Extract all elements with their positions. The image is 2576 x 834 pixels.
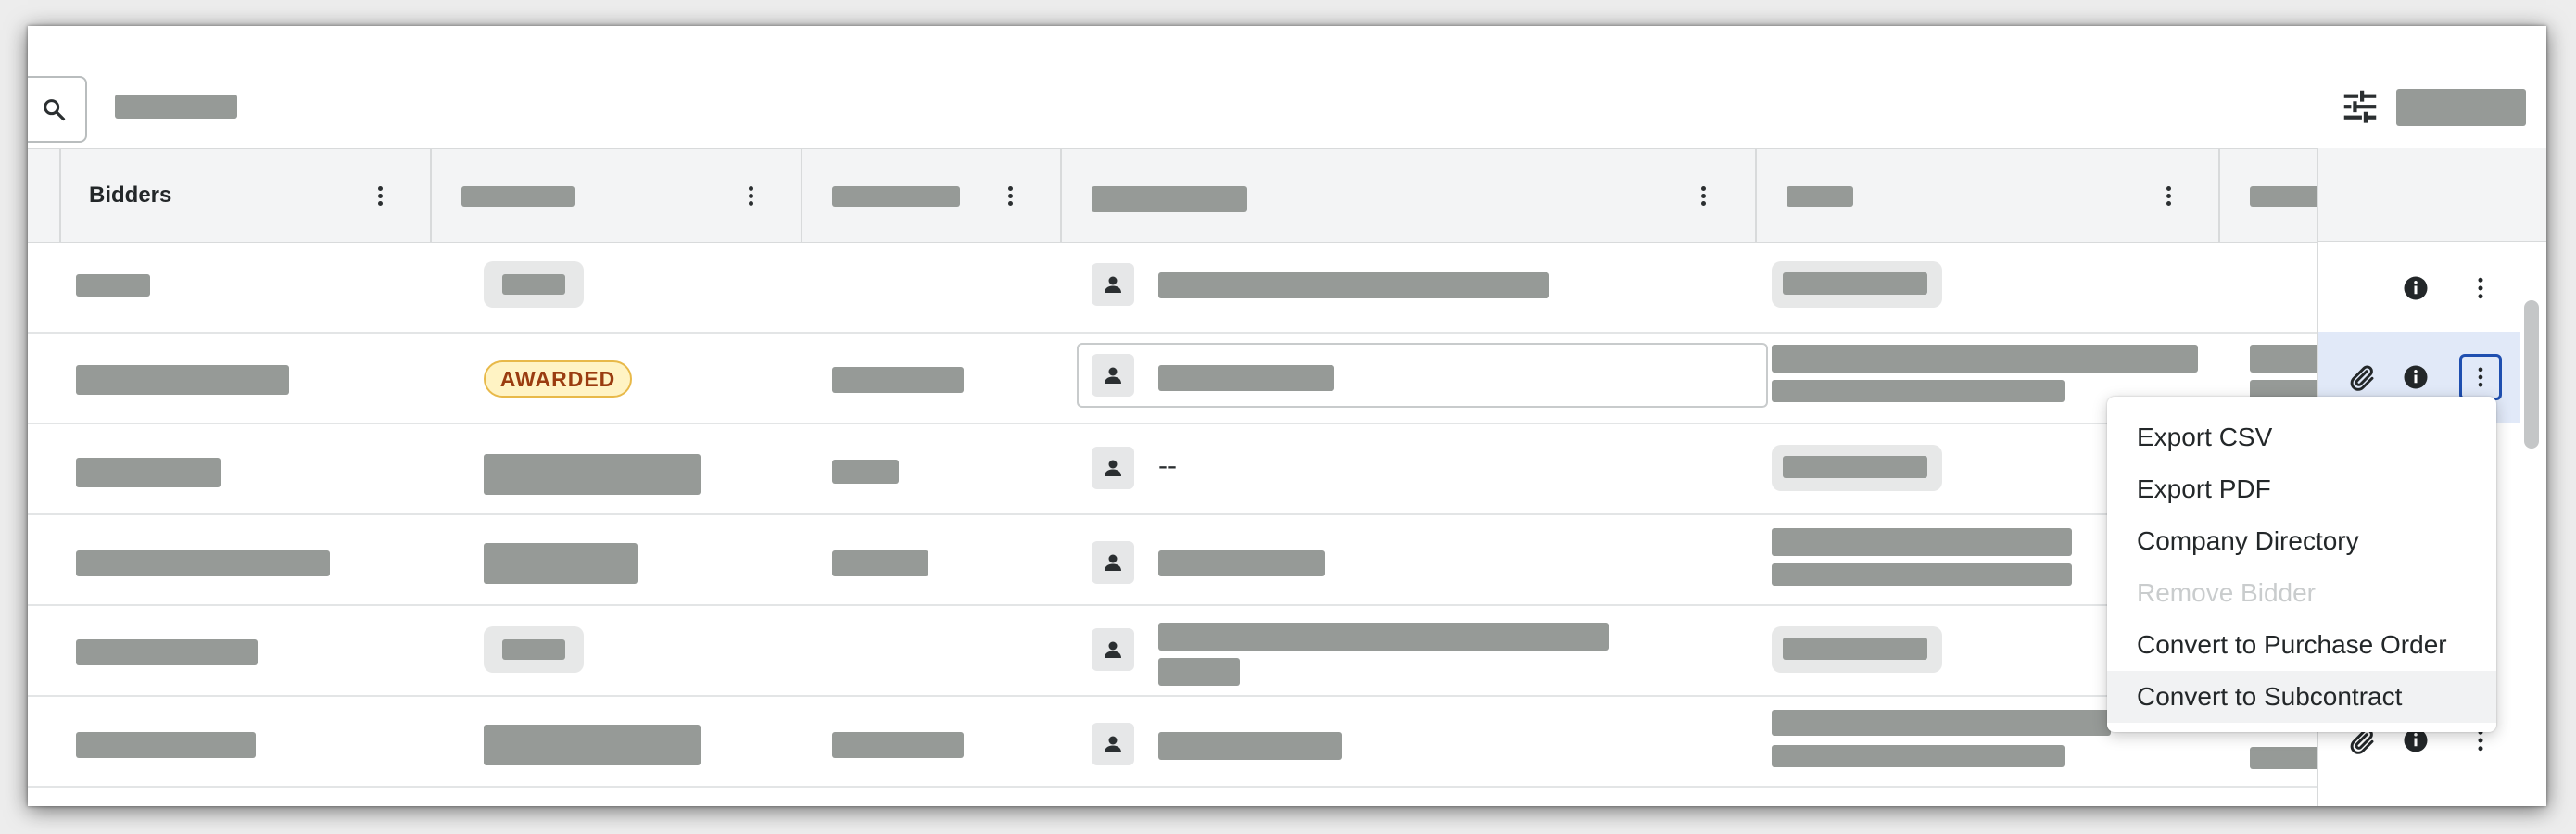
contact-avatar bbox=[1092, 541, 1134, 584]
info-icon[interactable] bbox=[2402, 274, 2430, 302]
cell-text-redacted bbox=[1772, 528, 2072, 556]
contact-name-redacted bbox=[1158, 623, 1609, 651]
person-icon bbox=[1105, 276, 1121, 293]
column-divider bbox=[1060, 149, 1062, 242]
contact-name-redacted bbox=[1158, 658, 1240, 686]
table-header: Bidders bbox=[28, 148, 2326, 243]
column-header-redacted[interactable] bbox=[1092, 186, 1247, 212]
person-icon bbox=[1105, 641, 1121, 658]
row-actions bbox=[2318, 241, 2520, 332]
column-header-redacted[interactable] bbox=[461, 186, 575, 207]
status-text-redacted bbox=[502, 639, 565, 660]
contact-name-redacted bbox=[1158, 550, 1325, 576]
chip-text-redacted bbox=[1783, 272, 1927, 295]
column-menu-button[interactable] bbox=[1008, 186, 1013, 208]
row-menu-button-active[interactable] bbox=[2459, 354, 2502, 400]
contact-avatar bbox=[1092, 723, 1134, 765]
cell-text-redacted bbox=[2250, 345, 2326, 373]
table-row[interactable]: AWARDED bbox=[28, 332, 2326, 424]
contact-avatar bbox=[1092, 628, 1134, 671]
contact-avatar bbox=[1092, 263, 1134, 306]
cell-text-redacted bbox=[2250, 747, 2326, 769]
column-divider bbox=[801, 149, 802, 242]
search-icon bbox=[44, 99, 66, 121]
cell-chip bbox=[1772, 445, 1942, 491]
cell-text-redacted bbox=[832, 367, 964, 393]
person-icon bbox=[1105, 736, 1121, 752]
menu-item-remove-bidder: Remove Bidder bbox=[2137, 578, 2316, 607]
cell-chip bbox=[1772, 261, 1942, 308]
column-header-redacted[interactable] bbox=[2250, 186, 2324, 207]
bidder-name-redacted bbox=[76, 732, 256, 758]
contact-avatar bbox=[1092, 447, 1134, 489]
bidder-name-redacted bbox=[76, 639, 258, 665]
toolbar-button-redacted[interactable] bbox=[2396, 89, 2526, 126]
info-icon[interactable] bbox=[2402, 363, 2430, 391]
person-icon bbox=[1105, 460, 1121, 476]
contact-name-redacted bbox=[1158, 272, 1549, 298]
table-row[interactable] bbox=[28, 604, 2326, 697]
app-window: Bidders AWARDED -- Export CSV Export PDF… bbox=[28, 26, 2546, 806]
status-badge-awarded: AWARDED bbox=[484, 360, 632, 398]
menu-item-export-csv[interactable]: Export CSV bbox=[2107, 411, 2496, 463]
cell-text-redacted bbox=[484, 725, 701, 765]
table-row[interactable] bbox=[28, 695, 2326, 788]
search-input-redacted[interactable] bbox=[115, 95, 237, 119]
column-header-redacted[interactable] bbox=[832, 186, 960, 207]
status-text-redacted bbox=[502, 274, 565, 295]
cell-chip bbox=[1772, 626, 1942, 673]
menu-item-export-pdf[interactable]: Export PDF bbox=[2107, 463, 2496, 515]
cell-text-redacted bbox=[484, 543, 638, 584]
column-menu-button[interactable] bbox=[378, 186, 383, 208]
cell-text-redacted bbox=[832, 460, 899, 484]
column-divider bbox=[2218, 149, 2220, 242]
column-menu-button[interactable] bbox=[2166, 186, 2171, 208]
cell-text-redacted bbox=[1772, 745, 2065, 767]
contact-name-redacted bbox=[1158, 365, 1334, 391]
search-button[interactable] bbox=[28, 76, 87, 143]
paperclip-icon[interactable] bbox=[2346, 363, 2376, 393]
contact-empty-value: -- bbox=[1158, 450, 1177, 481]
person-icon bbox=[1105, 367, 1121, 384]
bidder-name-redacted bbox=[76, 365, 289, 395]
chip-text-redacted bbox=[1783, 456, 1927, 478]
vertical-scrollbar[interactable] bbox=[2524, 300, 2539, 449]
table-row[interactable]: -- bbox=[28, 423, 2326, 515]
cell-text-redacted bbox=[832, 732, 964, 758]
column-divider bbox=[1755, 149, 1757, 242]
cell-text-redacted bbox=[832, 550, 928, 576]
cell-text-redacted bbox=[1772, 380, 2065, 402]
menu-item-company-directory[interactable]: Company Directory bbox=[2107, 515, 2496, 567]
tune-sliders-icon bbox=[2343, 90, 2377, 123]
column-header-bidders[interactable]: Bidders bbox=[89, 183, 171, 208]
status-badge bbox=[484, 261, 584, 308]
column-header-redacted[interactable] bbox=[1787, 186, 1853, 207]
column-divider bbox=[59, 149, 61, 242]
more-vertical-icon bbox=[2478, 367, 2483, 387]
status-badge bbox=[484, 626, 584, 673]
bidder-name-redacted bbox=[76, 550, 330, 576]
table-row[interactable] bbox=[28, 513, 2326, 606]
table-settings-button[interactable] bbox=[2333, 82, 2389, 133]
column-divider bbox=[430, 149, 432, 242]
contact-cell-editing[interactable] bbox=[1077, 343, 1768, 408]
column-menu-button[interactable] bbox=[1701, 186, 1706, 208]
menu-item-convert-to-purchase-order[interactable]: Convert to Purchase Order bbox=[2107, 619, 2496, 671]
person-icon bbox=[1105, 554, 1121, 571]
more-vertical-icon[interactable] bbox=[2467, 274, 2494, 302]
column-menu-button[interactable] bbox=[749, 186, 753, 208]
cell-text-redacted bbox=[1772, 710, 2111, 736]
bidder-name-redacted bbox=[76, 458, 221, 487]
row-actions-header bbox=[2318, 148, 2546, 242]
cell-text-redacted bbox=[1772, 345, 2198, 373]
contact-avatar bbox=[1092, 354, 1134, 397]
menu-item-convert-to-subcontract[interactable]: Convert to Subcontract bbox=[2107, 671, 2496, 723]
cell-text-redacted bbox=[484, 454, 701, 495]
row-context-menu: Export CSV Export PDF Company Directory … bbox=[2107, 397, 2496, 732]
cell-text-redacted bbox=[1772, 563, 2072, 586]
chip-text-redacted bbox=[1783, 638, 1927, 660]
table-row[interactable] bbox=[28, 241, 2326, 334]
bidder-name-redacted bbox=[76, 274, 150, 297]
contact-name-redacted bbox=[1158, 732, 1342, 760]
